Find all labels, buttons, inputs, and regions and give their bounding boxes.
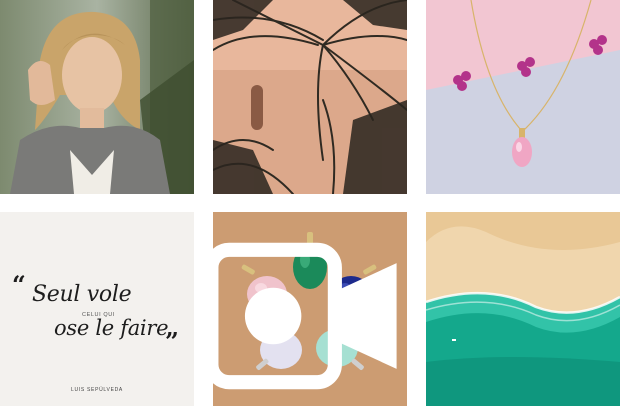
quote-close-mark: ” — [165, 327, 179, 356]
grid-tile-portrait[interactable] — [0, 0, 194, 194]
portrait-image — [0, 0, 194, 194]
grid-tile-gemstones-video[interactable] — [213, 212, 407, 406]
necklace-image — [426, 0, 620, 194]
grid-tile-beach[interactable] — [426, 212, 620, 406]
quote-background — [0, 212, 194, 406]
photo-grid: “ Seul vole CELUI QUI ose le faire ” LUI… — [0, 0, 620, 406]
quote-author: LUIS SEPÚLVEDA — [71, 387, 123, 393]
quote-open-mark: “ — [12, 270, 26, 299]
grid-tile-palms[interactable] — [213, 0, 407, 194]
aerial-beach-image — [426, 212, 620, 406]
grid-tile-quote[interactable]: “ Seul vole CELUI QUI ose le faire ” LUI… — [0, 212, 194, 406]
video-camera-icon — [213, 242, 397, 390]
quote-line-2: ose le faire — [54, 316, 169, 340]
quote-line-1: Seul vole — [32, 282, 132, 307]
grid-tile-necklace[interactable] — [426, 0, 620, 194]
palm-trees-image — [213, 0, 407, 194]
